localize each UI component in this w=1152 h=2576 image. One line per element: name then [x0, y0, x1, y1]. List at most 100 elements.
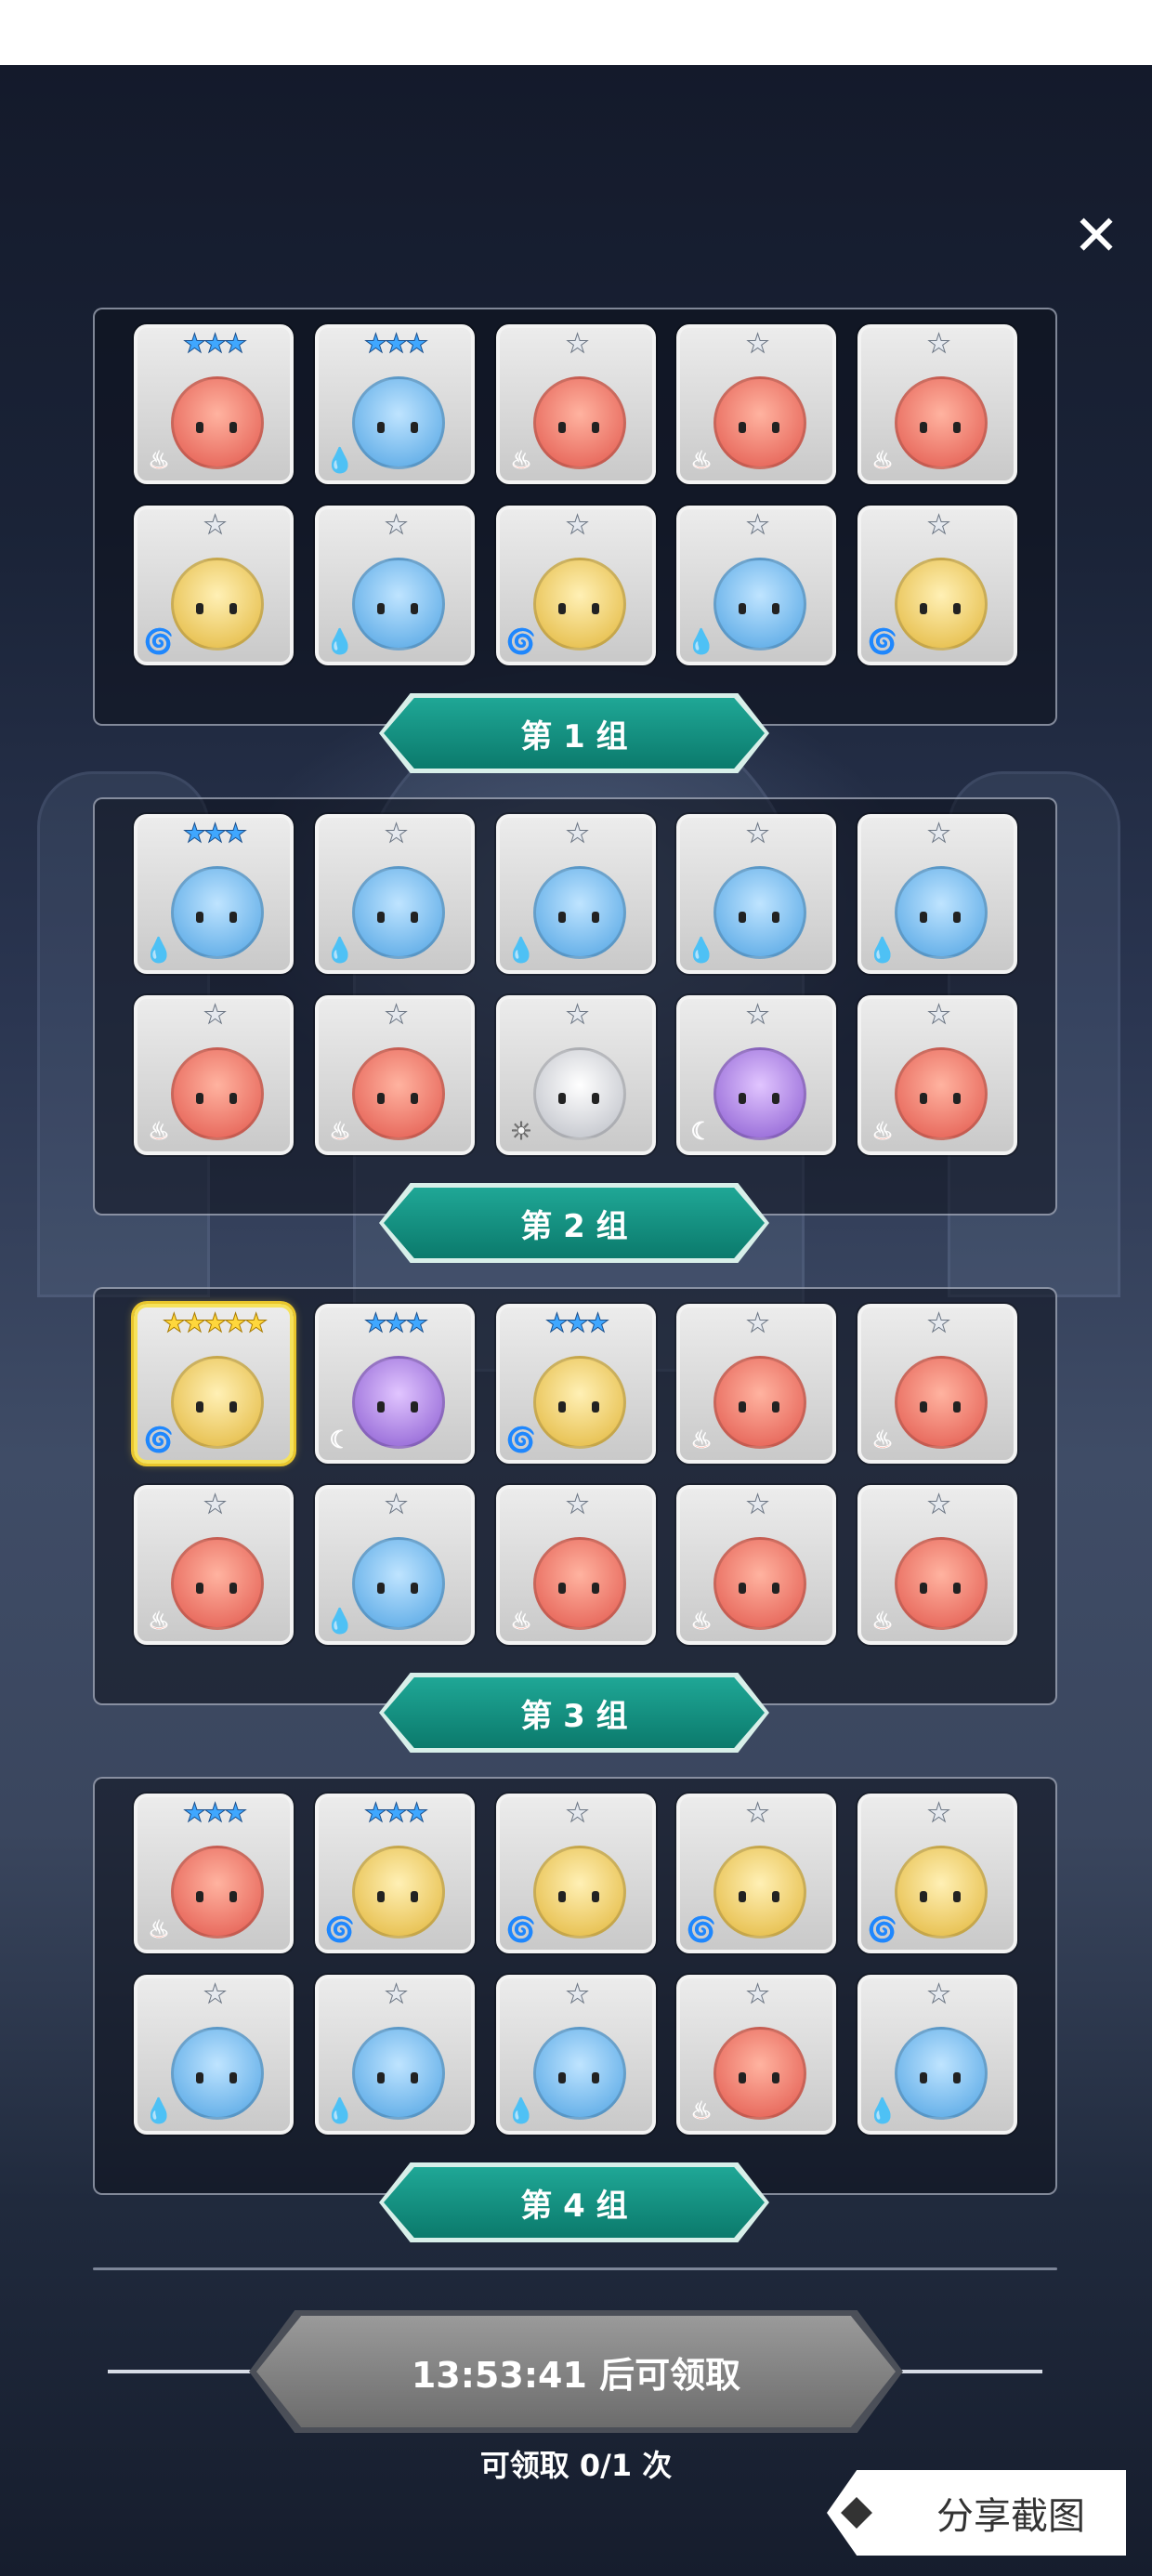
- hero-card[interactable]: ★ 💧: [857, 814, 1017, 974]
- star-rating-icon: ★: [745, 1797, 769, 1828]
- star-rating-icon: ★★★: [182, 1797, 247, 1828]
- hero-portrait: [171, 1846, 264, 1939]
- group-label-text: 第 2 组: [520, 1207, 628, 1245]
- group-label: 第 2 组: [384, 1188, 765, 1258]
- fire-element-icon: ♨: [871, 1426, 894, 1455]
- hero-portrait: [533, 2027, 626, 2120]
- hero-card[interactable]: ★ ♨: [134, 995, 294, 1155]
- hero-card[interactable]: ★ ☾: [676, 995, 836, 1155]
- hero-card[interactable]: ★ ♨: [857, 1304, 1017, 1464]
- water-element-icon: 💧: [867, 937, 898, 966]
- water-element-icon: 💧: [505, 937, 537, 966]
- hero-card[interactable]: ★★★ ♨: [134, 324, 294, 484]
- hero-card[interactable]: ★ 💧: [315, 506, 475, 665]
- star-rating-icon: ★★★: [363, 328, 428, 359]
- hero-portrait: [352, 1537, 445, 1630]
- hero-portrait: [171, 1047, 264, 1140]
- claim-button-label: 13:53:41 后可领取: [411, 2354, 741, 2396]
- star-rating-icon: ★★★: [544, 1308, 609, 1338]
- star-rating-icon: ★★★: [363, 1797, 428, 1828]
- hero-card[interactable]: ★★★ 🌀: [315, 1794, 475, 1953]
- hero-portrait: [171, 1356, 264, 1449]
- hero-card[interactable]: ★ 💧: [315, 1485, 475, 1645]
- water-element-icon: 💧: [324, 2097, 356, 2126]
- hero-portrait: [533, 1356, 626, 1449]
- star-rating-icon: ★: [745, 1978, 769, 2009]
- hero-card[interactable]: ★ ♨: [857, 1485, 1017, 1645]
- wind-element-icon: 🌀: [867, 628, 898, 657]
- hero-card[interactable]: ★★★ 💧: [134, 814, 294, 974]
- hero-card[interactable]: ★ ♨: [857, 324, 1017, 484]
- hero-card[interactable]: ★ ♨: [134, 1485, 294, 1645]
- hero-card[interactable]: ★ ☀: [496, 995, 656, 1155]
- hero-card[interactable]: ★ 💧: [676, 506, 836, 665]
- group-label: 第 1 组: [384, 698, 765, 769]
- water-element-icon: 💧: [324, 937, 356, 966]
- water-element-icon: 💧: [505, 2097, 537, 2126]
- hero-card[interactable]: ★ 🌀: [857, 1794, 1017, 1953]
- fire-element-icon: ♨: [871, 447, 894, 476]
- hero-card[interactable]: ★ 💧: [496, 814, 656, 974]
- fire-element-icon: ♨: [871, 1608, 894, 1636]
- hero-card[interactable]: ★ ♨: [676, 1485, 836, 1645]
- hero-card[interactable]: ★ 🌀: [676, 1794, 836, 1953]
- hero-portrait: [171, 558, 264, 651]
- hero-card[interactable]: ★ 🌀: [857, 506, 1017, 665]
- water-element-icon: 💧: [686, 937, 717, 966]
- claim-button[interactable]: 13:53:41 后可领取: [256, 2316, 896, 2427]
- wind-element-icon: 🌀: [143, 628, 175, 657]
- dark-element-icon: ☾: [690, 1118, 713, 1147]
- hero-card[interactable]: ★★★ ☾: [315, 1304, 475, 1464]
- star-rating-icon: ★: [203, 1489, 227, 1519]
- hero-card[interactable]: ★ 💧: [496, 1975, 656, 2135]
- hero-portrait: [895, 558, 988, 651]
- hero-portrait: [352, 2027, 445, 2120]
- hero-card[interactable]: ★ ♨: [496, 1485, 656, 1645]
- hero-card[interactable]: ★ ♨: [315, 995, 475, 1155]
- close-button[interactable]: ✕: [1067, 206, 1126, 266]
- hero-card[interactable]: ★ ♨: [857, 995, 1017, 1155]
- hero-card[interactable]: ★ ♨: [676, 1975, 836, 2135]
- hero-portrait: [895, 376, 988, 469]
- star-rating-icon: ★: [745, 328, 769, 359]
- hero-card[interactable]: ★ 💧: [315, 1975, 475, 2135]
- light-element-icon: ☀: [510, 1118, 532, 1147]
- water-element-icon: 💧: [143, 2097, 175, 2126]
- hero-portrait: [895, 1846, 988, 1939]
- star-rating-icon: ★: [203, 509, 227, 540]
- star-rating-icon: ★★★★★: [162, 1308, 268, 1338]
- hero-card[interactable]: ★ 🌀: [134, 506, 294, 665]
- hero-portrait: [533, 376, 626, 469]
- hero-card[interactable]: ★★★ 💧: [315, 324, 475, 484]
- star-rating-icon: ★: [384, 999, 408, 1030]
- hero-portrait: [895, 2027, 988, 2120]
- claim-line-right: [883, 2370, 1042, 2373]
- group-label-text: 第 4 组: [520, 2187, 628, 2225]
- hero-card[interactable]: ★★★ ♨: [134, 1794, 294, 1953]
- water-element-icon: 💧: [324, 447, 356, 476]
- star-rating-icon: ★: [384, 1489, 408, 1519]
- hero-card[interactable]: ★ ♨: [496, 324, 656, 484]
- hero-card[interactable]: ★ 💧: [857, 1975, 1017, 2135]
- hero-card[interactable]: ★ ♨: [676, 324, 836, 484]
- hero-card[interactable]: ★ 💧: [134, 1975, 294, 2135]
- hero-card[interactable]: ★ 🌀: [496, 1794, 656, 1953]
- hero-card[interactable]: ★ 💧: [315, 814, 475, 974]
- water-element-icon: 💧: [324, 1608, 356, 1636]
- wind-element-icon: 🌀: [324, 1916, 356, 1945]
- hero-card[interactable]: ★ 🌀: [496, 506, 656, 665]
- group-label: 第 4 组: [384, 2167, 765, 2238]
- status-bar: [0, 0, 1152, 65]
- hero-card[interactable]: ★ ♨: [676, 1304, 836, 1464]
- dark-element-icon: ☾: [329, 1426, 351, 1455]
- hero-card[interactable]: ★ 💧: [676, 814, 836, 974]
- fire-element-icon: ♨: [148, 1916, 170, 1945]
- star-rating-icon: ★★★: [182, 818, 247, 848]
- hero-portrait: [713, 2027, 806, 2120]
- hero-portrait: [533, 558, 626, 651]
- share-button-label: 分享截图: [936, 2495, 1085, 2538]
- hero-portrait: [713, 1047, 806, 1140]
- hero-card[interactable]: ★★★ 🌀: [496, 1304, 656, 1464]
- star-rating-icon: ★: [203, 1978, 227, 2009]
- hero-card[interactable]: ★★★★★ 🌀: [134, 1304, 294, 1464]
